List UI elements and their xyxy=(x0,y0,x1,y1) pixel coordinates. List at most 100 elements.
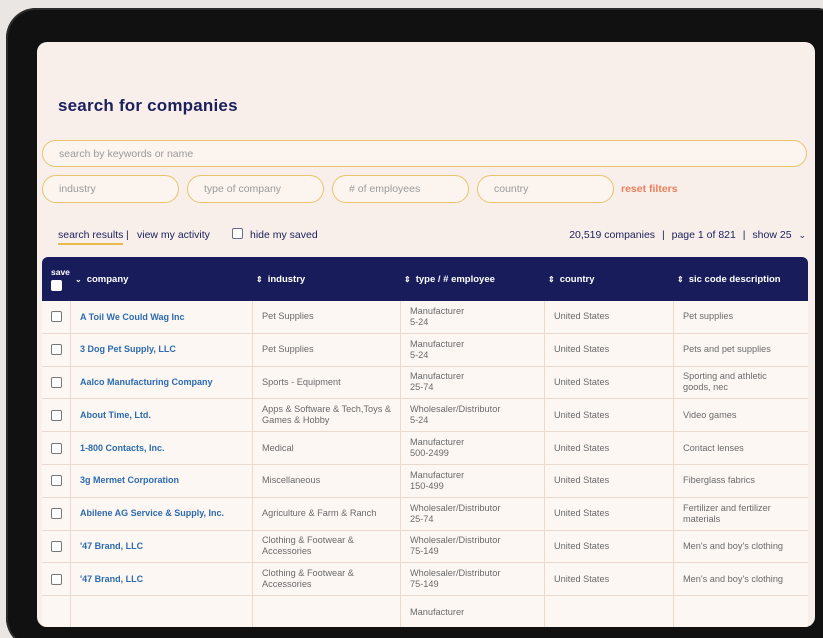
page-size-select[interactable]: show 25 xyxy=(752,229,791,241)
company-link[interactable]: Abilene AG Service & Supply, Inc. xyxy=(71,497,253,530)
country-cell: United States xyxy=(545,432,674,464)
company-name[interactable]: A Toil We Could Wag Inc xyxy=(80,312,185,323)
country-value: United States xyxy=(554,376,610,387)
country-cell: United States xyxy=(545,366,674,399)
employees-filter[interactable]: # of employees xyxy=(332,175,469,203)
table-header: save ⌄ company ⇕ industry ⇕ type / # employ… xyxy=(42,257,808,301)
sic-cell: Men's and boy's clothing xyxy=(674,563,808,595)
type-value: Manufacturer 500-2499 xyxy=(410,437,465,459)
type-value: Manufacturer 150-499 xyxy=(410,469,465,491)
divider: | xyxy=(661,229,665,241)
industry-cell: Medical xyxy=(253,432,401,464)
company-link[interactable]: 3g Mermet Corporation xyxy=(71,464,253,497)
company-name[interactable]: 3g Mermet Corporation xyxy=(80,475,179,486)
type-cell: Manufacturer 5-24 xyxy=(401,301,545,333)
pagination-info: 20,519 companies | page 1 of 821 | show … xyxy=(567,229,808,241)
company-link[interactable]: '47 Brand, LLC xyxy=(71,530,253,563)
type-cell: Wholesaler/Distributor 75-149 xyxy=(401,563,545,596)
row-save-cell xyxy=(42,497,71,530)
table-row[interactable]: 3 Dog Pet Supply, LLC Pet Supplies Manuf… xyxy=(42,333,808,367)
hide-saved-label: hide my saved xyxy=(250,229,318,241)
industry-column-header[interactable]: ⇕ industry xyxy=(256,274,305,285)
country-value: United States xyxy=(554,344,610,355)
type-cell: Manufacturer 25-74 xyxy=(401,366,545,399)
industry-cell xyxy=(253,596,401,627)
country-cell xyxy=(545,596,674,627)
reset-filters-link[interactable]: reset filters xyxy=(621,183,678,195)
table-row[interactable]: About Time, Ltd. Apps & Software & Tech,… xyxy=(42,399,808,433)
save-checkbox[interactable] xyxy=(50,409,62,421)
industry-cell: Miscellaneous xyxy=(253,464,401,497)
table-row[interactable]: '47 Brand, LLC Clothing & Footwear & Acc… xyxy=(42,530,808,564)
save-checkbox[interactable] xyxy=(50,573,62,585)
sic-value: Pets and pet supplies xyxy=(683,344,771,355)
type-column-header[interactable]: ⇕ type / # employee xyxy=(404,274,495,285)
industry-value: Agriculture & Farm & Ranch xyxy=(262,508,377,519)
row-save-cell xyxy=(42,530,71,563)
type-cell: Wholesaler/Distributor 75-149 xyxy=(401,530,545,563)
country-column-header[interactable]: ⇕ country xyxy=(548,274,595,285)
table-body: A Toil We Could Wag Inc Pet Supplies Man… xyxy=(42,301,808,627)
industry-value: Apps & Software & Tech,Toys & Games & Ho… xyxy=(262,404,392,426)
company-name[interactable]: 3 Dog Pet Supply, LLC xyxy=(80,344,176,355)
industry-cell: Clothing & Footwear & Accessories xyxy=(253,563,401,596)
type-of-company-filter[interactable]: type of company xyxy=(187,175,324,203)
save-checkbox[interactable] xyxy=(50,376,62,388)
company-link[interactable]: 3 Dog Pet Supply, LLC xyxy=(71,333,253,366)
sic-value: Contact lenses xyxy=(683,442,744,453)
country-value: United States xyxy=(554,442,610,453)
company-name[interactable]: Aalco Manufacturing Company xyxy=(80,377,213,388)
country-cell: United States xyxy=(545,464,674,497)
company-link[interactable] xyxy=(71,596,253,627)
company-link[interactable]: 1-800 Contacts, Inc. xyxy=(71,432,253,464)
industry-filter[interactable]: industry xyxy=(42,175,179,203)
company-name[interactable]: Abilene AG Service & Supply, Inc. xyxy=(80,508,224,519)
hide-saved-checkbox[interactable] xyxy=(232,228,243,239)
country-cell: United States xyxy=(545,530,674,563)
save-checkbox[interactable] xyxy=(50,311,62,323)
save-checkbox[interactable] xyxy=(50,508,62,520)
table-row[interactable]: 1-800 Contacts, Inc. Medical Manufacture… xyxy=(42,432,808,465)
company-link[interactable]: About Time, Ltd. xyxy=(71,399,253,432)
tab-search-results[interactable]: search results xyxy=(58,229,124,245)
table-row[interactable]: 3g Mermet Corporation Miscellaneous Manu… xyxy=(42,464,808,498)
company-name[interactable]: 1-800 Contacts, Inc. xyxy=(80,443,165,454)
company-name[interactable]: '47 Brand, LLC xyxy=(80,541,143,552)
search-input[interactable] xyxy=(42,140,807,167)
sic-column-header[interactable]: ⇕ sic code description xyxy=(677,274,781,285)
table-row[interactable]: Aalco Manufacturing Company Sports - Equ… xyxy=(42,366,808,400)
company-link[interactable]: '47 Brand, LLC xyxy=(71,563,253,596)
type-value: Manufacturer 5-24 xyxy=(410,338,465,360)
chevron-down-icon[interactable]: ⌄ xyxy=(798,230,806,241)
company-name[interactable]: '47 Brand, LLC xyxy=(80,574,143,585)
company-link[interactable]: Aalco Manufacturing Company xyxy=(71,366,253,399)
table-row[interactable]: A Toil We Could Wag Inc Pet Supplies Man… xyxy=(42,301,808,334)
type-value: Manufacturer 5-24 xyxy=(410,305,465,327)
tab-view-my-activity[interactable]: view my activity xyxy=(137,229,210,241)
company-column-header[interactable]: ⌄ company xyxy=(75,274,128,285)
sort-icon: ⇕ xyxy=(404,275,411,284)
save-checkbox[interactable] xyxy=(50,540,62,552)
table-row[interactable]: '47 Brand, LLC Clothing & Footwear & Acc… xyxy=(42,563,808,597)
save-checkbox[interactable] xyxy=(50,344,62,356)
type-cell: Wholesaler/Distributor 25-74 xyxy=(401,497,545,530)
sort-icon: ⇕ xyxy=(677,275,684,284)
save-column-header: save xyxy=(51,267,70,291)
select-all-checkbox[interactable] xyxy=(51,280,62,291)
row-save-cell xyxy=(42,563,71,596)
results-count: 20,519 companies xyxy=(569,229,656,241)
save-checkbox[interactable] xyxy=(50,442,62,454)
sic-cell: Pets and pet supplies xyxy=(674,334,808,366)
company-link[interactable]: A Toil We Could Wag Inc xyxy=(71,301,253,333)
table-row[interactable]: Manufacturer xyxy=(42,596,808,627)
country-filter[interactable]: country xyxy=(477,175,614,203)
sort-icon: ⇕ xyxy=(256,275,263,284)
industry-header-label: industry xyxy=(267,274,306,285)
tablet-frame: search for companies industry type of co… xyxy=(6,8,823,638)
company-name[interactable]: About Time, Ltd. xyxy=(80,410,151,421)
industry-value: Clothing & Footwear & Accessories xyxy=(262,535,354,557)
save-checkbox[interactable] xyxy=(50,475,62,487)
table-row[interactable]: Abilene AG Service & Supply, Inc. Agricu… xyxy=(42,497,808,531)
industry-value: Clothing & Footwear & Accessories xyxy=(262,568,354,590)
sic-value: Fertilizer and fertilizer materials xyxy=(683,502,771,524)
